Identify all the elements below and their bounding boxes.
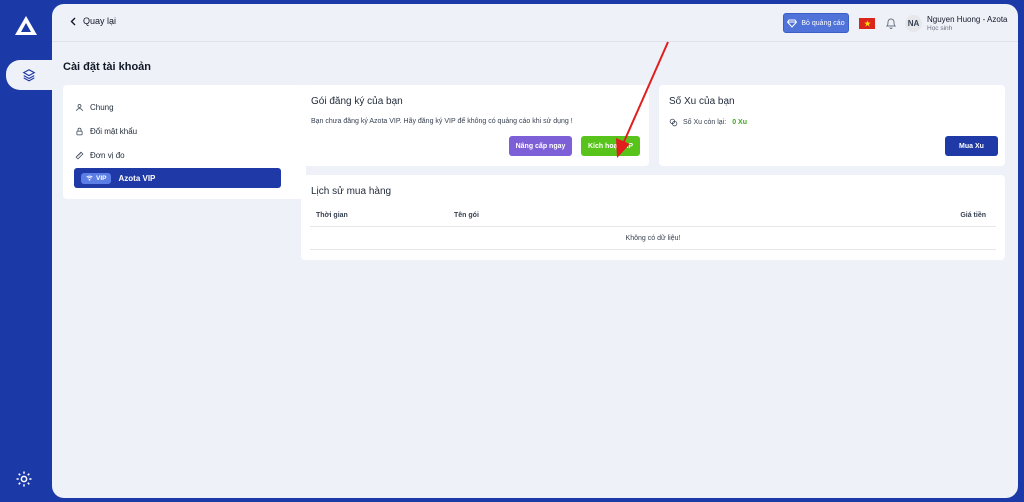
settings-menu-card: Chung Đổi mật khẩu Đơn vị đo VIP Azota V… bbox=[63, 85, 306, 199]
vip-badge-label: VIP bbox=[96, 174, 107, 182]
vip-badge: VIP bbox=[81, 172, 112, 184]
chevron-left-icon bbox=[70, 17, 76, 25]
vietnam-flag-icon[interactable] bbox=[859, 18, 875, 29]
lock-icon bbox=[76, 127, 83, 135]
remove-ads-label: Bỏ quảng cáo bbox=[801, 19, 845, 27]
nav-layers-tab[interactable] bbox=[6, 60, 52, 90]
gear-icon[interactable] bbox=[15, 470, 33, 488]
menu-item-general[interactable]: Chung bbox=[75, 97, 280, 117]
column-header-package: Tên gói bbox=[454, 212, 479, 219]
diamond-icon bbox=[787, 19, 798, 28]
activate-vip-button[interactable]: Kích hoạt VIP bbox=[581, 136, 640, 156]
top-bar: Quay lại Bỏ quảng cáo NA Nguyen Huong - … bbox=[52, 4, 1018, 42]
back-button[interactable]: Quay lại bbox=[70, 16, 116, 26]
bell-icon[interactable] bbox=[885, 17, 897, 30]
subscription-title: Gói đăng ký của bạn bbox=[311, 96, 403, 107]
history-empty-row: Không có dữ liệu! bbox=[310, 227, 996, 250]
column-header-time: Thời gian bbox=[316, 212, 348, 219]
coins-icon bbox=[669, 118, 678, 127]
coins-remaining-value: 0 Xu bbox=[732, 119, 747, 126]
purchase-history-card: Lịch sử mua hàng Thời gian Tên gói Giá t… bbox=[301, 175, 1005, 260]
menu-item-units[interactable]: Đơn vị đo bbox=[75, 145, 280, 165]
subscription-card: Gói đăng ký của bạn Bạn chưa đăng ký Azo… bbox=[301, 85, 649, 166]
subscription-description: Bạn chưa đăng ký Azota VIP. Hãy đăng ký … bbox=[311, 118, 573, 125]
menu-item-label: Azota VIP bbox=[118, 173, 156, 183]
menu-item-change-password[interactable]: Đổi mật khẩu bbox=[75, 121, 280, 141]
coins-card: Số Xu của bạn Số Xu còn lại: 0 Xu Mua Xu bbox=[659, 85, 1005, 166]
remove-ads-button[interactable]: Bỏ quảng cáo bbox=[783, 13, 849, 33]
coins-title: Số Xu của bạn bbox=[669, 96, 735, 107]
main-panel: Quay lại Bỏ quảng cáo NA Nguyen Huong - … bbox=[52, 4, 1018, 498]
page-title: Cài đặt tài khoản bbox=[63, 61, 152, 73]
wifi-icon bbox=[86, 175, 93, 181]
coins-remaining-label: Số Xu còn lại: bbox=[683, 119, 727, 126]
column-header-price: Giá tiền bbox=[960, 212, 986, 219]
user-name[interactable]: Nguyen Huong - Azota bbox=[927, 15, 1008, 24]
azota-logo-icon[interactable] bbox=[14, 14, 38, 38]
history-table-header: Thời gian Tên gói Giá tiền bbox=[310, 207, 996, 227]
back-label: Quay lại bbox=[83, 16, 117, 26]
menu-item-label: Đổi mật khẩu bbox=[90, 126, 138, 136]
sidebar-rail bbox=[0, 0, 52, 502]
ruler-icon bbox=[75, 151, 84, 159]
menu-item-azota-vip[interactable]: VIP Azota VIP bbox=[74, 168, 281, 188]
avatar[interactable]: NA bbox=[905, 15, 922, 32]
upgrade-now-button[interactable]: Nâng cấp ngay bbox=[509, 136, 572, 156]
menu-item-label: Đơn vị đo bbox=[90, 150, 125, 160]
layers-icon bbox=[22, 69, 36, 82]
buy-coins-button[interactable]: Mua Xu bbox=[945, 136, 998, 156]
user-icon bbox=[76, 103, 83, 111]
menu-item-label: Chung bbox=[90, 102, 114, 112]
history-title: Lịch sử mua hàng bbox=[311, 186, 392, 197]
coins-remaining: Số Xu còn lại: 0 Xu bbox=[669, 118, 747, 127]
user-role: Học sinh bbox=[927, 25, 953, 32]
